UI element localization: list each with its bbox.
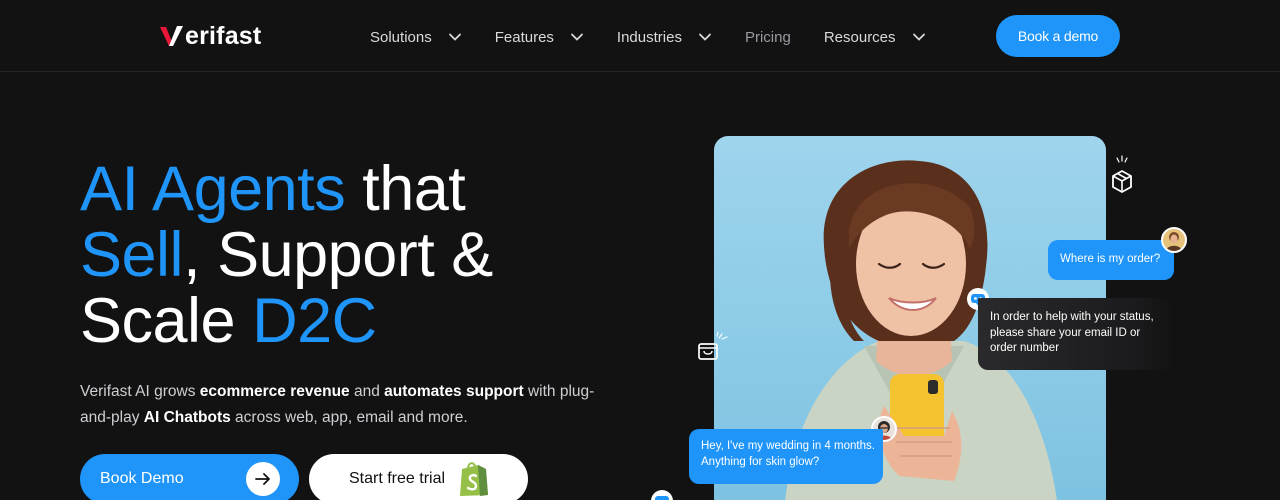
customer-order-bubble: Where is my order?: [1048, 240, 1174, 280]
hero-subtext: Verifast AI grows ecommerce revenue and …: [80, 379, 600, 431]
subtext-bold: AI Chatbots: [143, 409, 231, 426]
customer-avatar: [1161, 227, 1187, 253]
arrow-right-icon: [246, 462, 280, 496]
chevron-down-icon: [699, 33, 711, 41]
menu-item-label: Pricing: [744, 28, 791, 46]
headline-highlight: Sell: [80, 220, 184, 290]
start-free-trial-button[interactable]: Start free trial: [309, 454, 528, 500]
menu-item-pricing[interactable]: Pricing: [745, 29, 791, 46]
package-box-icon: [1112, 155, 1132, 193]
chatbot-icon: [651, 490, 673, 500]
menu-item-label: Resources: [823, 28, 896, 46]
headline-text: , Support &: [183, 220, 493, 290]
chevron-down-icon: [912, 33, 925, 41]
customer-wedding-bubble: Hey, I've my wedding in 4 months. Anythi…: [689, 429, 883, 484]
logo-text: erifast: [185, 21, 262, 50]
book-demo-label: Book Demo: [100, 470, 184, 487]
headline-highlight: AI Agents: [80, 154, 346, 224]
menu-item-label: Industries: [616, 28, 682, 46]
hero-headline: AI Agents that Sell, Support & Scale D2C: [80, 156, 640, 354]
menu-item-solutions[interactable]: Solutions: [370, 29, 462, 46]
headline-highlight: D2C: [252, 286, 377, 356]
headline-text: Scale: [80, 286, 253, 356]
menu-item-label: Features: [494, 28, 554, 46]
subtext-bold: automates support: [384, 383, 524, 400]
menu-item-resources[interactable]: Resources: [824, 29, 926, 46]
menu-item-features[interactable]: Features: [495, 29, 584, 46]
start-free-trial-label: Start free trial: [349, 470, 446, 487]
chevron-down-icon: [571, 33, 583, 41]
verifast-logo-icon: [160, 26, 183, 46]
menu-item-industries[interactable]: Industries: [617, 29, 712, 46]
subtext-part: across web, app, email and more.: [230, 409, 468, 426]
verifast-logo[interactable]: erifast: [160, 22, 261, 50]
shopping-bag-icon: [698, 331, 728, 360]
top-navigation: erifast Solutions Features Industries Pr…: [0, 0, 1280, 72]
subtext-part: Verifast AI grows: [80, 383, 200, 400]
subtext-part: and: [349, 383, 385, 400]
book-a-demo-button[interactable]: Book a demo: [996, 15, 1120, 57]
subtext-bold: ecommerce revenue: [199, 383, 350, 400]
book-demo-button[interactable]: Book Demo: [80, 454, 299, 500]
headline-text: that: [345, 154, 466, 224]
shopify-icon: [460, 462, 488, 496]
main-menu: Solutions Features Industries Pricing Re…: [370, 26, 959, 48]
bot-reply-bubble: In order to help with your status, pleas…: [978, 298, 1174, 370]
chevron-down-icon: [448, 33, 461, 41]
menu-item-label: Solutions: [370, 28, 432, 46]
